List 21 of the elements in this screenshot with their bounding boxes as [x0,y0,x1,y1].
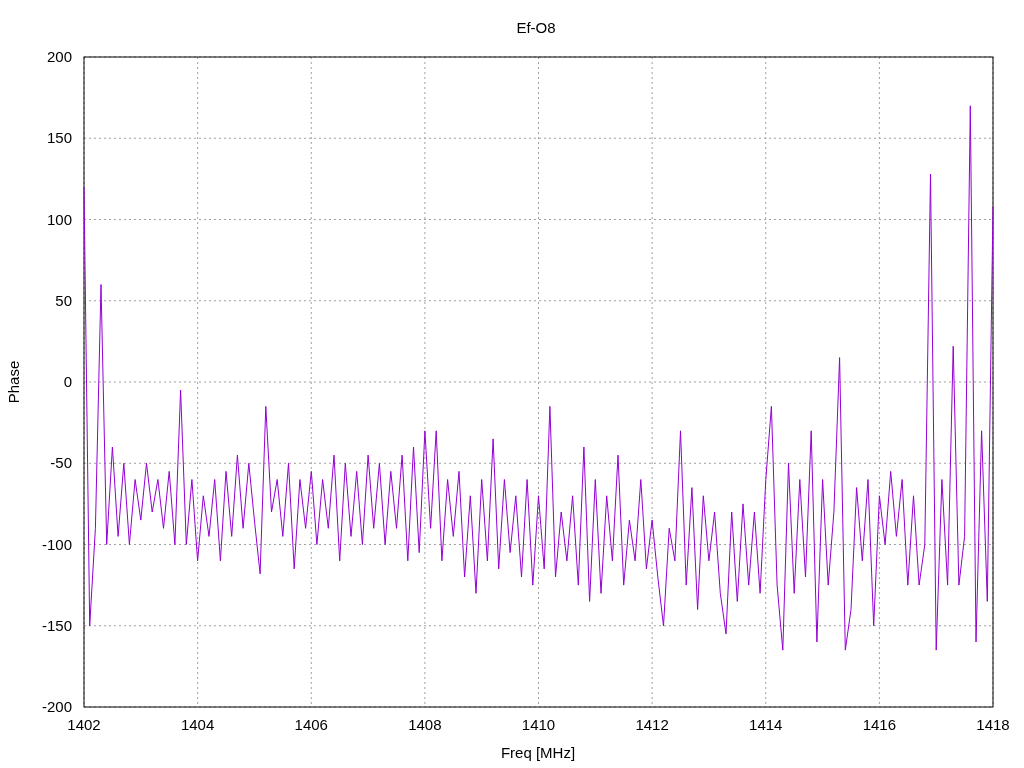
x-tick-label: 1416 [862,716,897,733]
y-tick-label: -50 [50,454,72,472]
x-tick-label: 1408 [408,716,442,733]
y-tick-label: -200 [41,698,72,715]
x-tick-label: 1404 [180,716,215,733]
y-axis-label: Phase [5,360,22,404]
x-tick-label: 1414 [749,716,783,733]
y-tick-label: -100 [41,535,72,553]
x-tick-label: 1410 [521,716,556,733]
y-tick-label: 150 [46,129,72,147]
x-tick-label: 1402 [67,716,101,733]
y-tick-label: 0 [63,373,72,390]
chart-title: Ef-O8 [516,19,556,36]
x-tick-label: 1418 [976,716,1010,733]
y-tick-label: 50 [55,291,72,309]
x-tick-label: 1412 [635,716,669,733]
x-axis-label: Freq [MHz] [500,744,576,761]
y-tick-label: 200 [46,48,72,65]
y-tick-label: -150 [41,616,72,634]
y-tick-label: 100 [46,210,72,228]
x-tick-label: 1406 [294,716,328,733]
